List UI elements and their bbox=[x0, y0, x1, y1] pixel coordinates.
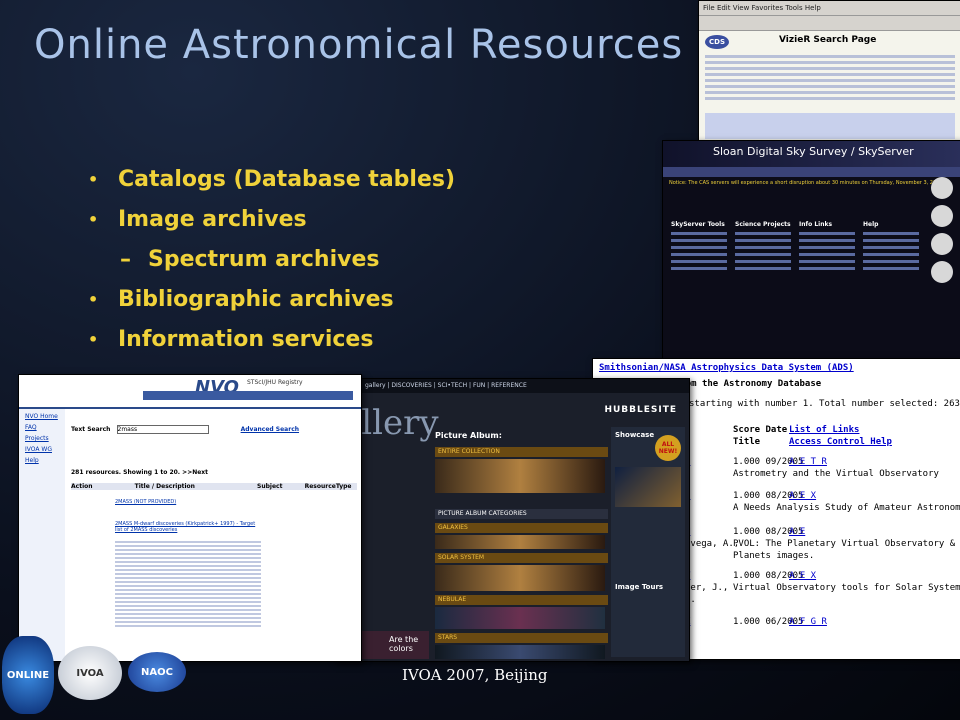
footer-logos: ONLINE IVOA NAOC bbox=[0, 630, 200, 720]
sdss-header: Sloan Digital Sky Survey / SkyServer bbox=[663, 141, 960, 167]
vizier-toolbar bbox=[699, 16, 960, 31]
slide-footer: IVOA 2007, Beijing bbox=[402, 666, 548, 684]
vizier-text-lines bbox=[705, 55, 955, 103]
sdss-notice: Notice: The CAS servers will experience … bbox=[669, 180, 943, 186]
ads-row-title: PVOL: The Planetary Virtual Observatory … bbox=[733, 539, 960, 549]
nvo-left-nav: NVO Home FAQ Projects IVOA WG Help bbox=[19, 409, 65, 661]
naoc-logo: NAOC bbox=[128, 652, 186, 692]
hubblesite-logo: HUBBLESITE bbox=[604, 405, 677, 415]
nvo-second-row-title[interactable]: 2MASS M-dwarf discoveries (Kirkpatrick+ … bbox=[115, 521, 261, 533]
sdss-column-info: Info Links bbox=[799, 221, 855, 371]
sdss-nav-bar bbox=[663, 167, 960, 177]
nvo-table-header: Action Title / Description Subject Resou… bbox=[71, 483, 357, 490]
ads-col-access: Access Control Help bbox=[789, 437, 892, 447]
bullet-list: Catalogs (Database tables) Image archive… bbox=[88, 160, 455, 360]
vizier-form-panel bbox=[705, 113, 955, 139]
bullet-information-services: Information services bbox=[88, 320, 455, 360]
oriac-logo: ONLINE bbox=[2, 636, 54, 714]
nvo-description-lines bbox=[115, 541, 261, 629]
vizier-page-title: VizieR Search Page bbox=[779, 35, 877, 45]
ads-summary: starting with number 1. Total number sel… bbox=[689, 399, 960, 409]
ads-left-fragment: avega, A., bbox=[685, 539, 740, 549]
bullet-catalogs: Catalogs (Database tables) bbox=[88, 160, 455, 200]
ads-row-links[interactable]: A F G R bbox=[789, 617, 827, 627]
nvo-first-row-title[interactable]: 2MASS (NOT PROVIDED) bbox=[115, 499, 357, 505]
sdss-sponsor-logos bbox=[927, 171, 957, 371]
ads-col-title: Title bbox=[733, 437, 761, 447]
ads-row-links[interactable]: A E X bbox=[789, 571, 816, 581]
ads-title: Smithsonian/NASA Astrophysics Data Syste… bbox=[599, 363, 854, 373]
ads-row-links[interactable]: A E X bbox=[789, 491, 816, 501]
ads-row-title: Planets images. bbox=[733, 551, 815, 561]
ads-row-title: Virtual Observatory tools for Solar Syst… bbox=[733, 583, 960, 593]
nvo-link-projects[interactable]: Projects bbox=[25, 435, 59, 442]
nvo-link-faq[interactable]: FAQ bbox=[25, 424, 59, 431]
ads-left-fragment: ier, J., bbox=[685, 583, 729, 593]
hubble-showcase-panel: Showcase ALL NEW! Image Tours bbox=[611, 427, 685, 657]
sdss-column-help: Help bbox=[863, 221, 919, 371]
bullet-image-archives: Image archives bbox=[88, 200, 455, 240]
hubble-categories-header: PICTURE ALBUM CATEGORIES bbox=[435, 509, 608, 519]
hubble-album-label: Picture Album: bbox=[435, 431, 502, 440]
cds-logo: CDS bbox=[705, 35, 729, 49]
slide-title: Online Astronomical Resources bbox=[34, 22, 684, 68]
hubble-galaxies-thumb[interactable] bbox=[435, 535, 605, 549]
hubble-stars-thumb[interactable] bbox=[435, 645, 605, 659]
ads-row-links[interactable]: A E T R bbox=[789, 457, 827, 467]
ads-col-score: Score Date bbox=[733, 425, 788, 435]
hubble-category-stars[interactable]: STARS bbox=[435, 633, 608, 643]
bullet-bibliographic-archives: Bibliographic archives bbox=[88, 280, 455, 320]
nvo-search-input[interactable]: 2mass bbox=[116, 425, 209, 434]
sponsor-logo-icon bbox=[931, 205, 953, 227]
nvo-search-label: Text Search 2mass Advanced Search bbox=[71, 425, 300, 434]
hubble-category-solar[interactable]: SOLAR SYSTEM bbox=[435, 553, 608, 563]
ads-row-links[interactable]: A E bbox=[789, 527, 805, 537]
nvo-link-ivoa[interactable]: IVOA WG bbox=[25, 446, 59, 453]
hubble-category-galaxies[interactable]: GALAXIES bbox=[435, 523, 608, 533]
nvo-link-home[interactable]: NVO Home bbox=[25, 413, 59, 420]
hubble-solar-thumb[interactable] bbox=[435, 565, 605, 591]
bullet-spectrum-archives: Spectrum archives bbox=[88, 240, 455, 280]
nvo-screenshot: NVO STScI/JHU Registry NVO Home FAQ Proj… bbox=[18, 374, 362, 662]
hubble-showcase-image[interactable] bbox=[615, 467, 681, 507]
nvo-menu-bar[interactable] bbox=[143, 391, 353, 400]
hubble-category-entire[interactable]: ENTIRE COLLECTION bbox=[435, 447, 608, 457]
vizier-screenshot: File Edit View Favorites Tools Help CDS … bbox=[698, 0, 960, 148]
ads-row-title: A Needs Analysis Study of Amateur Astron… bbox=[733, 503, 960, 513]
sponsor-logo-icon bbox=[931, 177, 953, 199]
nvo-advanced-search-link[interactable]: Advanced Search bbox=[241, 426, 299, 433]
sponsor-logo-icon bbox=[931, 233, 953, 255]
nvo-link-help[interactable]: Help bbox=[25, 457, 59, 464]
hubble-new-badge: ALL NEW! bbox=[655, 435, 681, 461]
hubble-entire-thumb[interactable] bbox=[435, 459, 605, 493]
sponsor-logo-icon bbox=[931, 261, 953, 283]
ads-row-title: Astrometry and the Virtual Observatory bbox=[733, 469, 939, 479]
nvo-registry-label: STScI/JHU Registry bbox=[247, 379, 303, 386]
hubble-screenshot: gallery | DISCOVERIES | SCI•TECH | FUN |… bbox=[334, 378, 690, 662]
sdss-column-projects: Science Projects bbox=[735, 221, 791, 371]
hubble-nebulae-thumb[interactable] bbox=[435, 607, 605, 629]
hubble-top-nav[interactable]: gallery | DISCOVERIES | SCI•TECH | FUN |… bbox=[335, 379, 689, 393]
vizier-window-bar: File Edit View Favorites Tools Help bbox=[699, 1, 960, 16]
sdss-column-tools: SkyServer Tools bbox=[671, 221, 727, 371]
sdss-screenshot: Sloan Digital Sky Survey / SkyServer Not… bbox=[662, 140, 960, 374]
hubble-category-nebulae[interactable]: NEBULAE bbox=[435, 595, 608, 605]
ivoa-logo: IVOA bbox=[58, 646, 122, 700]
ads-col-links: List of Links bbox=[789, 425, 860, 435]
nvo-results-count: 281 resources. Showing 1 to 20. >>Next bbox=[71, 469, 209, 476]
hubble-tours-title: Image Tours bbox=[615, 583, 664, 591]
